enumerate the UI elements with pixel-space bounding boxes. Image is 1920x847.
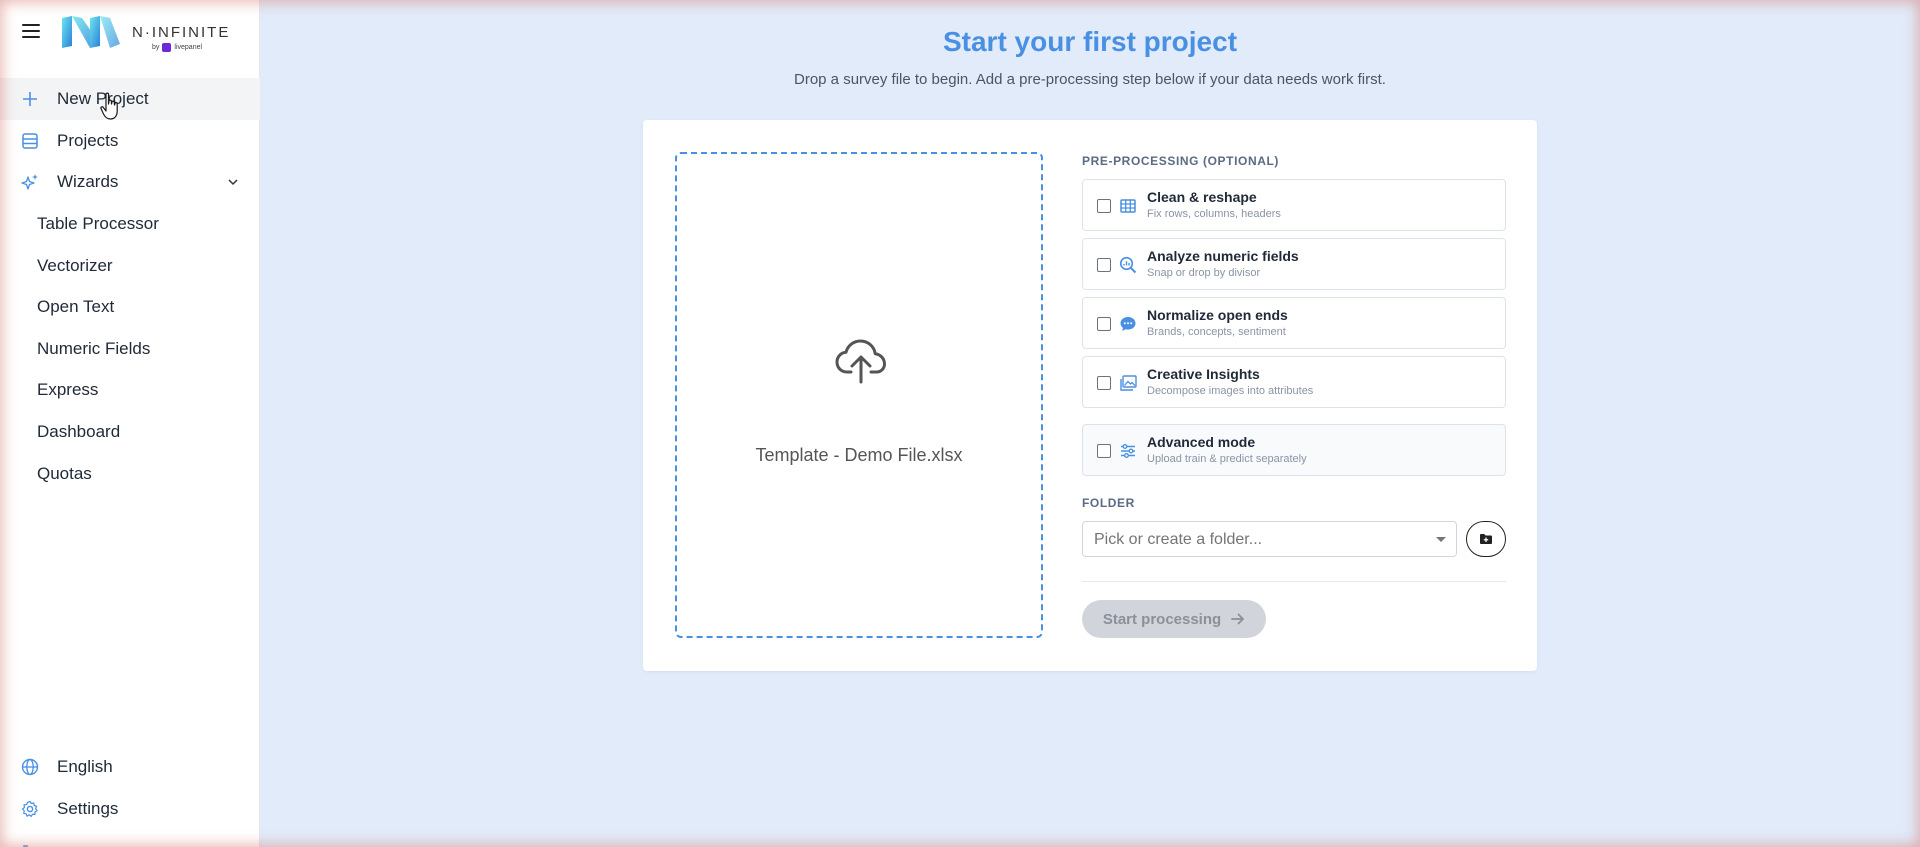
brand-partner: by livepanel [152,43,202,52]
sidebar-item-label: Projects [57,131,119,150]
sidebar-item-express[interactable]: Express [0,371,260,409]
sidebar-item-new-project[interactable]: New Project [0,78,260,120]
option-description: Brands, concepts, sentiment [1147,326,1286,338]
hamburger-menu-icon[interactable] [22,24,40,40]
brand-name: N·INFINITE [132,24,231,41]
clean-reshape-checkbox[interactable] [1097,199,1111,213]
chat-bubble-icon [1120,317,1136,331]
brand-header: N·INFINITE by livepanel [0,0,260,68]
sidebar-item-settings[interactable]: Settings [0,788,260,830]
option-description: Decompose images into attributes [1147,385,1314,397]
sidebar-item-language[interactable]: English [0,746,260,788]
option-title: Clean & reshape [1147,189,1257,205]
globe-icon [21,758,39,776]
image-icon [1120,375,1137,391]
start-processing-button[interactable]: Start processing [1082,600,1266,638]
dropdown-caret-icon [1436,537,1446,542]
chevron-down-icon[interactable] [227,177,239,187]
logout-icon [23,845,28,847]
sidebar-subitem-label: Quotas [37,464,92,483]
sidebar-subitem-label: Open Text [37,297,115,316]
option-description: Snap or drop by divisor [1147,267,1261,279]
sidebar-item-wizards[interactable]: Wizards [0,161,260,203]
folder-label: FOLDER [1082,496,1135,510]
creative-insights-checkbox[interactable] [1097,376,1111,390]
brand-by: by [152,44,160,51]
folder-select[interactable]: Pick or create a folder... [1082,521,1457,557]
start-processing-label: Start processing [1102,610,1222,628]
sidebar-item-table-processor[interactable]: Table Processor [0,205,260,243]
option-title: Creative Insights [1147,366,1260,382]
sidebar-item-numeric-fields[interactable]: Numeric Fields [0,330,260,368]
plus-icon [23,92,37,106]
sidebar-subitem-label: Vectorizer [37,256,113,275]
sidebar-item-dashboard[interactable]: Dashboard [0,413,260,451]
sidebar-subitem-label: Numeric Fields [37,339,151,358]
analyze-numeric-checkbox[interactable] [1097,258,1111,272]
option-creative-insights[interactable]: Creative Insights Decompose images into … [1082,356,1506,408]
list-icon [22,133,38,149]
cloud-upload-icon [835,339,886,384]
sidebar-item-open-text[interactable]: Open Text [0,288,260,326]
option-title: Analyze numeric fields [1147,248,1299,264]
arrow-right-icon [1231,613,1245,625]
page-subtitle: Drop a survey file to begin. Add a pre-p… [794,71,1386,88]
option-title: Advanced mode [1147,434,1256,450]
sparkles-icon [21,174,38,190]
mouse-pointer-hand-icon [100,92,118,120]
new-project-card: Template - Demo File.xlsx PRE-PROCESSING… [643,120,1537,671]
page-title: Start your first project [942,26,1238,57]
sidebar-item-label: Settings [57,799,119,818]
sidebar: N·INFINITE by livepanel New Project Proj… [0,0,260,847]
sidebar-item-label: English [57,757,113,776]
preprocessing-label: PRE-PROCESSING (OPTIONAL) [1082,154,1280,168]
sidebar-subitem-label: Express [37,380,99,399]
sidebar-item-label: Wizards [57,172,119,191]
sidebar-item-projects[interactable]: Projects [0,120,260,162]
sidebar-item-quotas[interactable]: Quotas [0,455,260,493]
option-analyze-numeric[interactable]: Analyze numeric fields Snap or drop by d… [1082,238,1506,290]
analytics-search-icon [1119,256,1137,274]
option-clean-reshape[interactable]: Clean & reshape Fix rows, columns, heade… [1082,179,1506,231]
brand-partner-name: livepanel [174,44,203,51]
normalize-open-ends-checkbox[interactable] [1097,317,1111,331]
gear-icon [22,800,38,817]
folder-plus-icon [1480,534,1492,544]
sidebar-item-vectorizer[interactable]: Vectorizer [0,247,260,285]
option-normalize-open-ends[interactable]: Normalize open ends Brands, concepts, se… [1082,297,1506,349]
sidebar-subitem-label: Dashboard [37,422,121,441]
option-advanced-mode[interactable]: Advanced mode Upload train & predict sep… [1082,424,1506,476]
option-title: Normalize open ends [1147,307,1288,323]
folder-select-placeholder: Pick or create a folder... [1094,531,1263,548]
create-folder-button[interactable] [1466,521,1506,557]
option-description: Fix rows, columns, headers [1147,208,1281,220]
n-infinite-logo-icon[interactable] [60,14,122,52]
sidebar-item-logout-partial[interactable] [0,831,260,847]
sidebar-subitem-label: Table Processor [37,214,159,233]
file-dropzone[interactable]: Template - Demo File.xlsx [675,152,1043,638]
option-description: Upload train & predict separately [1147,453,1307,465]
table-icon [1120,199,1136,213]
sliders-icon [1121,444,1135,458]
divider [1082,581,1506,582]
dropzone-file-name: Template - Demo File.xlsx [755,445,963,465]
advanced-mode-checkbox[interactable] [1097,444,1111,458]
livepanel-logo-icon [162,43,172,52]
